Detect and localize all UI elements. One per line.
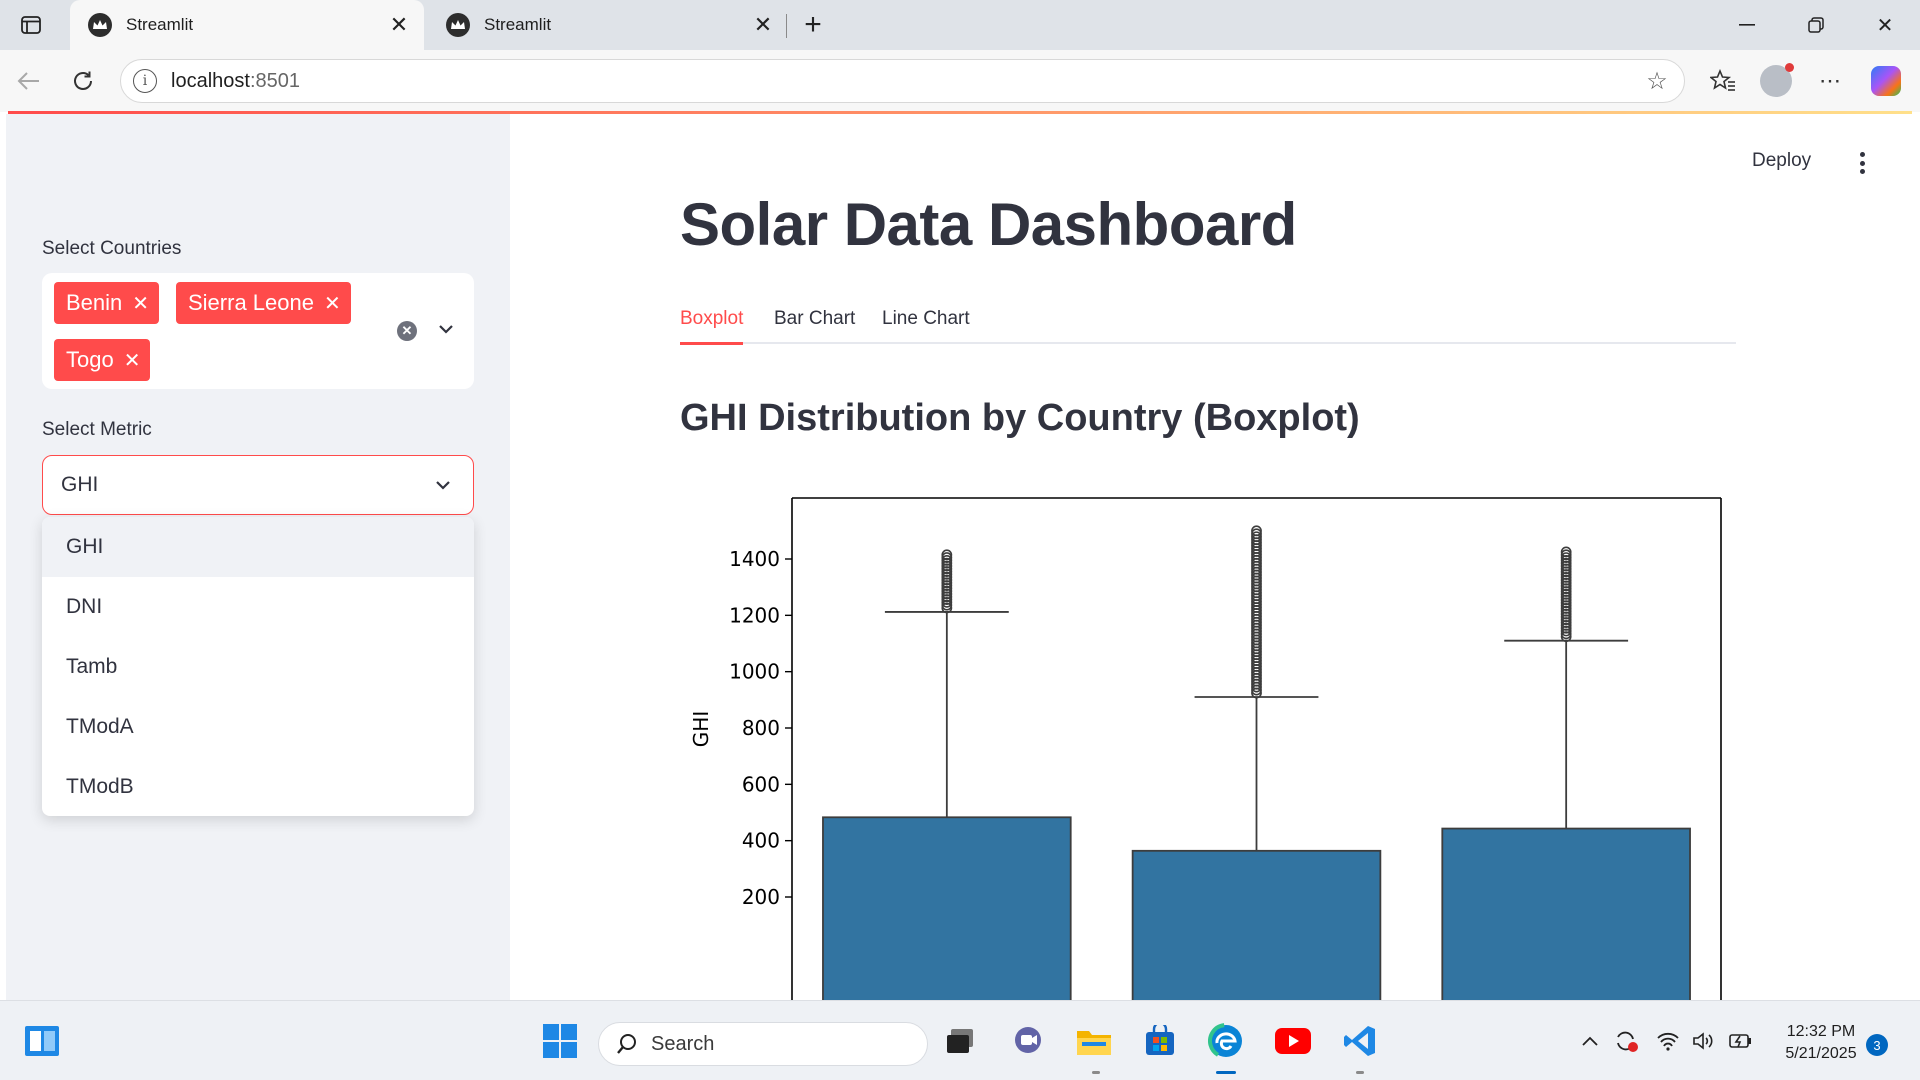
clear-all-icon[interactable]: ✕ [397,321,417,341]
favorites-icon[interactable] [1705,63,1741,99]
system-clock[interactable]: 12:32 PM 5/21/2025 [1766,1021,1876,1065]
url-host: localhost [171,69,250,92]
chevron-down-icon[interactable] [429,471,457,499]
copilot-icon[interactable] [1868,63,1904,99]
y-tick-label: 800 [742,716,780,740]
box-benin [822,816,1072,1000]
profile-avatar-icon[interactable] [1758,63,1794,99]
search-placeholder: Search [651,1032,715,1055]
clock-time: 12:32 PM [1786,1023,1856,1040]
tab-actions-icon[interactable] [18,12,44,38]
streamlit-app: Select Countries Benin ✕ Sierra Leone ✕ … [6,114,1914,1000]
remove-chip-icon[interactable]: ✕ [124,348,141,373]
chevron-down-icon[interactable] [432,315,460,343]
browser-tab-active[interactable]: Streamlit ✕ [70,0,424,50]
wifi-icon[interactable] [1654,1027,1682,1055]
box-sierra-leone [1131,849,1382,1000]
tab-close-icon[interactable]: ✕ [748,10,778,40]
chip-label: Sierra Leone [188,290,314,315]
y-axis-label: GHI [689,711,713,747]
main-content: Deploy Solar Data Dashboard Boxplot Bar … [510,114,1914,1000]
running-indicator [1092,1071,1100,1074]
tab-bar-chart[interactable]: Bar Chart [774,302,855,344]
search-icon [615,1032,639,1056]
section-title: GHI Distribution by Country (Boxplot) [680,397,1360,439]
country-chip[interactable]: Togo ✕ [54,339,151,381]
remove-chip-icon[interactable]: ✕ [132,291,149,316]
metric-dropdown-menu: GHI DNI Tamb TModA TModB [42,517,474,816]
metric-option-tmoda[interactable]: TModA [42,697,474,757]
notification-badge[interactable]: 3 [1866,1034,1888,1056]
running-indicator [1356,1071,1364,1074]
metric-option-ghi[interactable]: GHI [42,517,474,577]
battery-icon[interactable] [1726,1027,1754,1055]
taskbar-search[interactable]: Search [598,1022,928,1066]
tab-title: Streamlit [126,15,194,34]
show-hidden-icons-icon[interactable] [1576,1027,1604,1055]
y-tick-label: 1000 [729,660,780,684]
streamlit-crown-icon [446,13,470,37]
restore-icon[interactable] [1793,8,1839,42]
browser-tab-inactive[interactable]: Streamlit ✕ [428,0,788,50]
vscode-icon[interactable] [1340,1021,1380,1061]
edge-browser-icon[interactable] [1206,1021,1246,1061]
site-info-icon[interactable]: i [133,69,157,93]
y-tick-label: 200 [742,885,780,909]
y-tick-label: 600 [742,772,780,796]
favorite-star-icon[interactable]: ☆ [1640,67,1674,96]
url-port: :8501 [249,69,300,92]
tab-close-icon[interactable]: ✕ [384,10,414,40]
chart-tabs: Boxplot Bar Chart Line Chart [680,302,1736,345]
clock-date: 5/21/2025 [1785,1045,1857,1062]
country-chip[interactable]: Benin ✕ [54,282,160,324]
widgets-icon[interactable] [22,1021,62,1061]
countries-multiselect[interactable]: Benin ✕ Sierra Leone ✕ Togo ✕ ✕ [42,273,474,389]
teams-chat-icon[interactable] [1008,1021,1048,1061]
reload-icon[interactable] [66,64,100,98]
y-tick-label: 1200 [729,603,780,627]
close-window-icon[interactable]: ✕ [1862,8,1908,42]
browser-address-bar: i localhost:8501 ☆ ⋯ [0,50,1920,112]
metric-option-tmodb[interactable]: TModB [42,757,474,816]
main-menu-icon[interactable] [1850,150,1874,176]
streamlit-crown-icon [88,13,112,37]
y-tick-label: 1400 [729,547,780,571]
more-options-icon[interactable]: ⋯ [1812,63,1848,99]
y-tick-label: 400 [742,829,780,853]
country-chip[interactable]: Sierra Leone ✕ [176,282,351,324]
tab-divider [786,14,787,38]
metric-label: Select Metric [42,419,152,440]
file-explorer-icon[interactable] [1074,1021,1114,1061]
chip-label: Benin [66,290,123,315]
new-tab-plus-icon[interactable]: + [796,8,830,42]
browser-tab-bar: Streamlit ✕ Streamlit ✕ + ✕ [0,0,1920,50]
microsoft-store-icon[interactable] [1140,1021,1180,1061]
deploy-button[interactable]: Deploy [1752,150,1811,172]
page-title: Solar Data Dashboard [680,191,1297,258]
sidebar: Select Countries Benin ✕ Sierra Leone ✕ … [6,114,510,1000]
tab-boxplot[interactable]: Boxplot [680,302,744,345]
remove-chip-icon[interactable]: ✕ [324,291,341,316]
windows-start-icon[interactable] [540,1021,580,1061]
url-text: localhost:8501 [171,70,1640,93]
metric-select-value: GHI [61,473,99,496]
box-togo [1441,827,1691,1000]
url-bar[interactable]: i localhost:8501 ☆ [120,59,1685,103]
metric-select[interactable]: GHI [42,455,474,515]
active-app-indicator [1216,1071,1236,1074]
metric-option-dni[interactable]: DNI [42,577,474,637]
countries-label: Select Countries [42,238,182,259]
tab-title: Streamlit [484,15,552,34]
volume-icon[interactable] [1690,1027,1718,1055]
ghi-boxplot-chart: GHI 200 400 600 800 1000 1200 1400 [689,497,1722,1000]
chip-label: Togo [66,347,114,372]
sync-status-icon[interactable] [1612,1027,1640,1055]
youtube-icon[interactable] [1273,1021,1313,1061]
back-arrow-icon[interactable] [12,64,46,98]
task-view-icon[interactable] [940,1021,980,1061]
windows-taskbar: Search 12:32 PM 5/21/2025 3 [0,1000,1920,1080]
minimize-icon[interactable] [1724,8,1770,42]
tab-line-chart[interactable]: Line Chart [882,302,970,344]
metric-option-tamb[interactable]: Tamb [42,637,474,697]
